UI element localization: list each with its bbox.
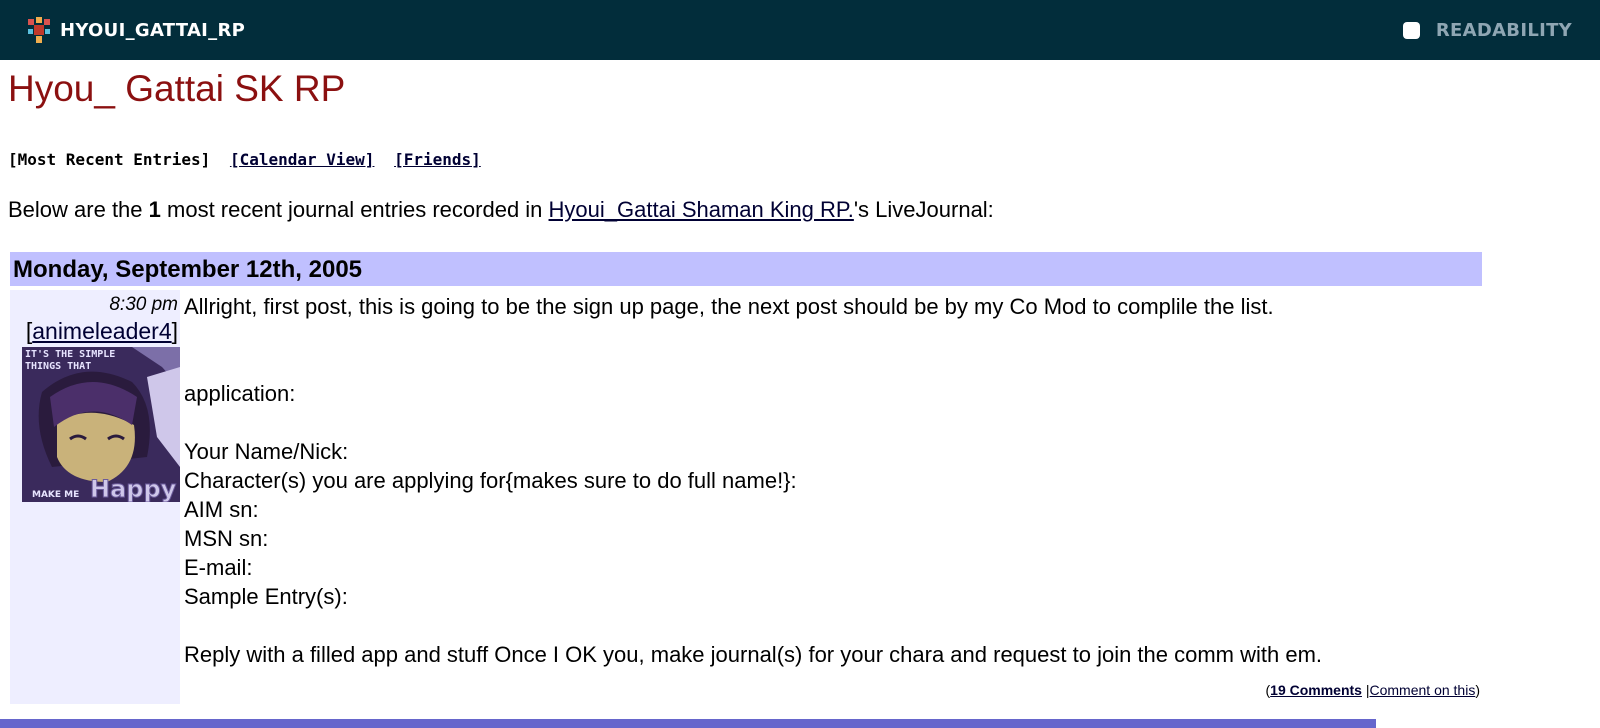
entry-line-aim: AIM sn: [184, 497, 259, 522]
author-username-link[interactable]: animeleader4 [32, 318, 171, 344]
page-title: Hyou_ Gattai SK RP [8, 68, 346, 109]
readability-toggle[interactable]: READABILITY [1402, 19, 1572, 41]
entry-date: Monday, September 12th, 2005 [13, 256, 363, 283]
entry-line-msn: MSN sn: [184, 526, 269, 551]
bracket-close: ] [171, 318, 178, 344]
readability-checkbox[interactable] [1402, 21, 1420, 39]
entry-line-character: Character(s) you are applying for{makes … [184, 468, 797, 493]
livejournal-user-icon [28, 17, 50, 43]
readability-label: READABILITY [1435, 19, 1572, 41]
entry-author: [animeleader4] [26, 318, 178, 345]
nav-calendar-view-link[interactable]: [Calendar View] [230, 150, 375, 169]
entry-line-sample: Sample Entry(s): [184, 584, 348, 609]
entry-line-email: E-mail: [184, 555, 253, 580]
entry-sidebar: 8:30 pm [animeleader4] IT'S THE SIMPLE T… [10, 290, 180, 704]
top-navigation-bar: HYOUI_GATTAI_RP READABILITY [0, 0, 1600, 60]
comment-on-this-link[interactable]: Comment on this [1370, 682, 1476, 698]
entry-line-application: application: [184, 381, 296, 406]
nav-most-recent: [Most Recent Entries] [8, 150, 211, 169]
intro-suffix: 's LiveJournal: [853, 197, 994, 222]
userpic-text-3: MAKE ME [32, 490, 79, 500]
userpic-text-1: IT'S THE SIMPLE [25, 349, 115, 360]
userpic[interactable]: IT'S THE SIMPLE THINGS THAT MAKE ME Happ… [22, 347, 180, 502]
comments-count-link[interactable]: 19 Comments [1270, 682, 1362, 698]
comments-separator: | [1361, 682, 1370, 698]
entry-line-reply: Reply with a filled app and stuff Once I… [184, 642, 1323, 667]
intro-middle: most recent journal entries recorded in [160, 197, 549, 222]
intro-prefix: Below are the [8, 197, 149, 222]
entry-body: Allright, first post, this is going to b… [184, 292, 1494, 669]
page-bottom-bar [0, 719, 1376, 728]
entry-date-header: Monday, September 12th, 2005 [10, 252, 1482, 286]
entry-line-intro: Allright, first post, this is going to b… [184, 294, 1274, 319]
nav-friends-link[interactable]: [Friends] [394, 150, 481, 169]
entry-comments: (19 Comments |Comment on this) [1265, 682, 1480, 698]
userpic-image: IT'S THE SIMPLE THINGS THAT MAKE ME Happ… [22, 347, 180, 502]
entry-line-name: Your Name/Nick: [184, 439, 349, 464]
userpic-text-2: THINGS THAT [25, 361, 91, 372]
journal-nav: [Most Recent Entries] [Calendar View] [F… [8, 150, 481, 169]
intro-text: Below are the 1 most recent journal entr… [8, 197, 994, 223]
comments-close: ) [1475, 682, 1480, 698]
userpic-text-4: Happy [90, 475, 177, 502]
entry-time: 8:30 pm [109, 294, 178, 315]
community-name: HYOUI_GATTAI_RP [60, 19, 246, 41]
brand[interactable]: HYOUI_GATTAI_RP [26, 17, 245, 43]
journal-name-link[interactable]: Hyoui_Gattai Shaman King RP. [549, 197, 854, 222]
entry-count: 1 [148, 197, 161, 222]
